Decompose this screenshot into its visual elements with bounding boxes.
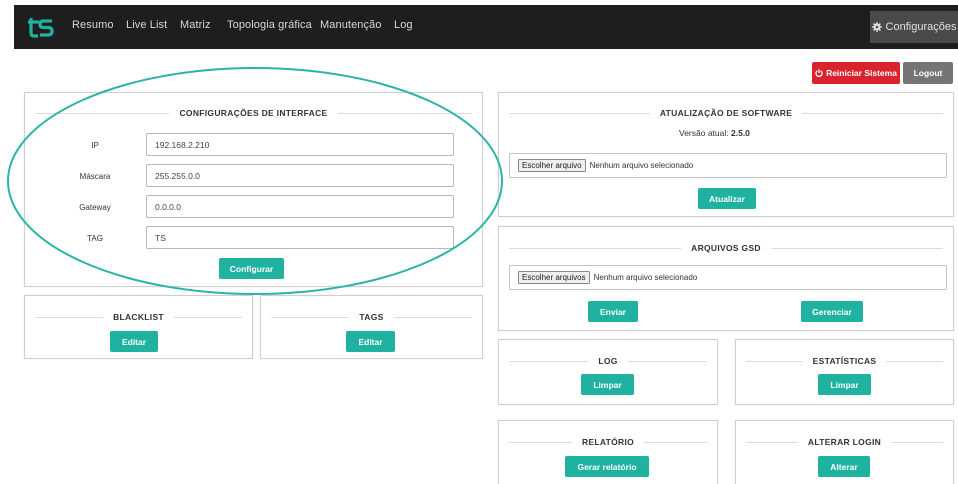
gerenciar-button[interactable]: Gerenciar xyxy=(801,301,863,322)
estatisticas-panel: ESTATÍSTICAS Limpar xyxy=(735,339,954,405)
ip-field[interactable]: 192.168.2.210 xyxy=(146,133,454,156)
nav-manutencao[interactable]: Manutenção xyxy=(320,19,382,31)
configuracoes-button[interactable]: Configurações xyxy=(870,11,958,43)
gateway-field[interactable]: 0.0.0.0 xyxy=(146,195,454,218)
tags-panel-title: TAGS xyxy=(271,311,472,323)
blacklist-panel-title: BLACKLIST xyxy=(35,311,242,323)
nav-topologia-grafica[interactable]: Topologia gráfica xyxy=(227,19,312,31)
tag-field[interactable]: TS xyxy=(146,226,454,249)
gsd-file-status: Nenhum arquivo selecionado xyxy=(593,273,698,282)
version-value: 2.5.0 xyxy=(731,128,750,138)
blacklist-edit-button[interactable]: Editar xyxy=(110,331,158,352)
top-navbar: Resumo Live List Matriz Topologia gráfic… xyxy=(14,5,958,49)
log-limpar-button[interactable]: Limpar xyxy=(581,374,634,395)
estatisticas-panel-title: ESTATÍSTICAS xyxy=(746,355,943,367)
gsd-file-input[interactable]: Escolher arquivos Nenhum arquivo selecio… xyxy=(509,265,947,290)
ip-label: IP xyxy=(91,141,99,150)
choose-file-button[interactable]: Escolher arquivo xyxy=(518,159,586,172)
reiniciar-sistema-label: Reiniciar Sistema xyxy=(826,68,897,78)
nav-live-list[interactable]: Live List xyxy=(126,19,167,31)
mascara-label: Máscara xyxy=(79,172,111,181)
gateway-label: Gateway xyxy=(79,203,111,212)
relatorio-panel-title: RELATÓRIO xyxy=(509,436,707,448)
tags-edit-button[interactable]: Editar xyxy=(346,331,395,352)
software-update-panel: ATUALIZAÇÃO DE SOFTWARE Versão atual: 2.… xyxy=(498,92,954,217)
interface-panel-title: CONFIGURAÇÕES DE INTERFACE xyxy=(35,107,472,119)
gsd-panel-title: ARQUIVOS GSD xyxy=(509,242,943,254)
version-label: Versão atual: xyxy=(679,128,729,138)
gsd-files-panel: ARQUIVOS GSD Escolher arquivos Nenhum ar… xyxy=(498,226,954,331)
ts-logo-icon[interactable] xyxy=(28,16,54,38)
configuracoes-label: Configurações xyxy=(885,21,957,33)
alterar-login-panel-title: ALTERAR LOGIN xyxy=(746,436,943,448)
atualizar-button[interactable]: Atualizar xyxy=(698,188,756,209)
enviar-button[interactable]: Enviar xyxy=(588,301,638,322)
blacklist-panel: BLACKLIST Editar xyxy=(24,295,253,359)
gear-icon xyxy=(871,22,882,32)
current-version: Versão atual: 2.5.0 xyxy=(679,128,750,138)
estatisticas-limpar-button[interactable]: Limpar xyxy=(818,374,871,395)
interface-config-panel: CONFIGURAÇÕES DE INTERFACE IP 192.168.2.… xyxy=(24,92,483,287)
choose-files-button[interactable]: Escolher arquivos xyxy=(518,271,590,284)
reiniciar-sistema-button[interactable]: Reiniciar Sistema xyxy=(812,62,900,84)
alterar-button[interactable]: Alterar xyxy=(818,456,870,477)
log-panel: LOG Limpar xyxy=(498,339,718,405)
tags-panel: TAGS Editar xyxy=(260,295,483,359)
relatorio-panel: RELATÓRIO Gerar relatório xyxy=(498,420,718,484)
alterar-login-panel: ALTERAR LOGIN Alterar xyxy=(735,420,954,484)
gerar-relatorio-button[interactable]: Gerar relatório xyxy=(565,456,649,477)
software-file-input[interactable]: Escolher arquivo Nenhum arquivo selecion… xyxy=(509,153,947,178)
log-panel-title: LOG xyxy=(509,355,707,367)
mascara-field[interactable]: 255.255.0.0 xyxy=(146,164,454,187)
software-panel-title: ATUALIZAÇÃO DE SOFTWARE xyxy=(509,107,943,119)
nav-log[interactable]: Log xyxy=(394,19,413,31)
logout-button[interactable]: Logout xyxy=(903,62,953,84)
nav-matriz[interactable]: Matriz xyxy=(180,19,211,31)
tag-label: TAG xyxy=(87,234,103,243)
nav-resumo[interactable]: Resumo xyxy=(72,19,114,31)
configurar-button[interactable]: Configurar xyxy=(219,258,284,279)
power-icon xyxy=(815,69,823,77)
file-status: Nenhum arquivo selecionado xyxy=(589,161,694,170)
